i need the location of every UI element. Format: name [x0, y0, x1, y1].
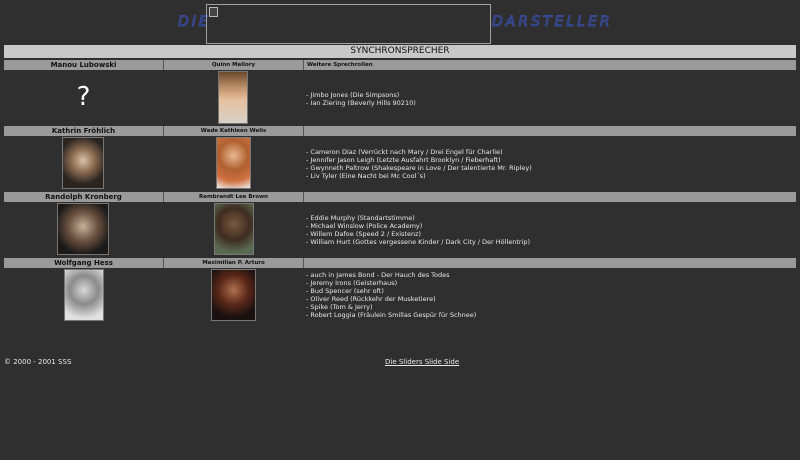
list-item: - Ian Ziering (Beverly Hills 90210): [306, 99, 416, 107]
speaker-name: Randolph Kronberg: [45, 193, 122, 201]
character-photo: [218, 71, 248, 124]
list-item: - Willem Dafoe (Speed 2 / Existenz): [306, 230, 422, 238]
list-item: - Jeremy Irons (Geisterhaus): [306, 279, 398, 287]
character-photo: [216, 137, 251, 189]
table-row: - auch in James Bond - Der Hauch des Tod…: [4, 268, 796, 328]
list-item: - Eddie Murphy (Standartstimme): [306, 214, 415, 222]
header-banner-image: [206, 4, 491, 44]
roles-header: [304, 126, 796, 136]
character-photo: [211, 269, 256, 321]
voice-actor-table: Manou Lubowski Quinn Mallory Weitere Spr…: [4, 59, 796, 328]
character-name: Quinn Mallory: [163, 60, 304, 70]
speaker-photo: [64, 269, 104, 321]
speaker-photo: [62, 137, 104, 189]
section-title: SYNCHRONSPRECHER: [4, 45, 796, 58]
speaker-photo: [57, 203, 109, 255]
character-name: Rembrandt Lee Brown: [163, 192, 304, 202]
speaker-name: Kathrin Fröhlich: [51, 127, 116, 135]
speaker-name: Manou Lubowski: [50, 61, 117, 69]
list-item: - Jimbo Jones (Die Simpsons): [306, 91, 400, 99]
unknown-photo-placeholder: ?: [76, 82, 91, 112]
roles-header: [304, 192, 796, 202]
roles-list: - Jimbo Jones (Die Simpsons) - Ian Zieri…: [306, 91, 416, 107]
copyright-text: © 2000 - 2001 SSS: [4, 358, 72, 366]
roles-list: - Cameron Diaz (Verrückt nach Mary / Dre…: [306, 148, 532, 180]
list-item: - Gwynneth Paltrow (Shakespeare in Love …: [306, 164, 532, 172]
list-item: - Jennifer Jason Leigh (Letzte Ausfahrt …: [306, 156, 501, 164]
list-item: - Oliver Reed (Rückkehr der Musketiere): [306, 295, 436, 303]
table-row: - Eddie Murphy (Standartstimme) - Michae…: [4, 202, 796, 257]
list-item: - Michael Winslow (Police Academy): [306, 222, 423, 230]
roles-header: Weitere Sprechrollen: [307, 62, 373, 68]
list-item: - William Hurt (Gottes vergessene Kinder…: [306, 238, 531, 246]
page-header: DIE DARSTELLER: [0, 3, 800, 45]
list-item: - auch in James Bond - Der Hauch des Tod…: [306, 271, 450, 279]
list-item: - Liv Tyler (Eine Nacht bei Mc Cool´s): [306, 172, 426, 180]
list-item: - Cameron Diaz (Verrückt nach Mary / Dre…: [306, 148, 503, 156]
header-word-right: DARSTELLER: [492, 14, 613, 31]
character-name: Maximilian P. Arturo: [163, 258, 304, 268]
list-item: - Spike (Tom & Jerry): [306, 303, 373, 311]
character-name: Wade Kathleen Welis: [163, 126, 304, 136]
table-row: - Cameron Diaz (Verrückt nach Mary / Dre…: [4, 136, 796, 191]
list-item: - Bud Spencer (sehr oft): [306, 287, 384, 295]
speaker-name: Wolfgang Hess: [54, 259, 113, 267]
table-header-row: Manou Lubowski Quinn Mallory Weitere Spr…: [4, 59, 796, 70]
table-header-row: Randolph Kronberg Rembrandt Lee Brown: [4, 191, 796, 202]
broken-image-icon: [209, 7, 218, 17]
table-header-row: Wolfgang Hess Maximilian P. Arturo: [4, 257, 796, 268]
table-header-row: Kathrin Fröhlich Wade Kathleen Welis: [4, 125, 796, 136]
list-item: - Robert Loggia (Fräulein Smillas Gespür…: [306, 311, 477, 319]
table-row: ? - Jimbo Jones (Die Simpsons) - Ian Zie…: [4, 70, 796, 125]
roles-header: [304, 258, 796, 268]
roles-list: - auch in James Bond - Der Hauch des Tod…: [306, 271, 476, 319]
character-photo: [214, 203, 254, 255]
roles-list: - Eddie Murphy (Standartstimme) - Michae…: [306, 214, 530, 246]
sliders-site-link[interactable]: Die Sliders Slide Side: [385, 358, 459, 366]
